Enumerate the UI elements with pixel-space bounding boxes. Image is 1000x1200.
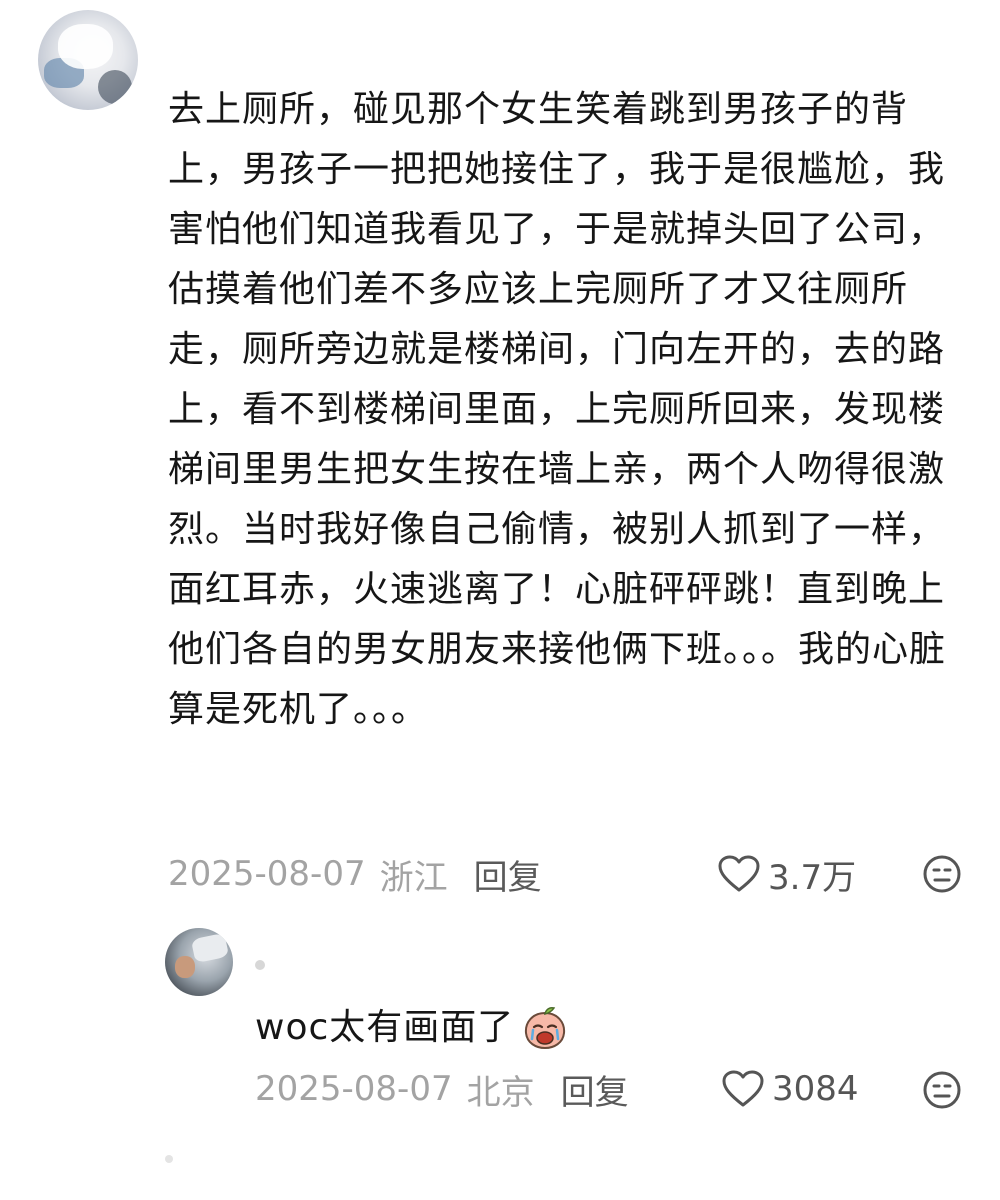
crying-peach-sticker-icon xyxy=(525,1007,566,1050)
reply-meta: 2025-08-07 北京 回复 xyxy=(255,1065,629,1114)
comment-text: 去上厕所，碰见那个女生笑着跳到男孩子的背上，男孩子一把把她接住了，我于是很尴尬，… xyxy=(168,89,947,730)
reply-like-button[interactable]: 3084 xyxy=(722,1067,859,1111)
next-item-placeholder xyxy=(165,1155,173,1163)
comment-meta: 2025-08-07 浙江 回复 xyxy=(168,850,542,899)
reply-text: woc太有画面了 xyxy=(255,1007,515,1048)
dislike-face-icon[interactable] xyxy=(922,854,962,894)
like-count: 3.7万 xyxy=(768,857,857,898)
comment-date: 2025-08-07 xyxy=(168,854,366,894)
heart-icon xyxy=(722,1070,764,1107)
avatar[interactable] xyxy=(38,10,138,110)
reply-date: 2025-08-07 xyxy=(255,1069,453,1109)
reply-avatar[interactable] xyxy=(165,928,233,996)
avatar-face xyxy=(175,956,195,978)
heart-icon xyxy=(718,855,760,892)
avatar-shade xyxy=(98,70,132,104)
avatar-highlight xyxy=(58,24,113,69)
reply-like-count: 3084 xyxy=(772,1069,859,1109)
reply-username-placeholder xyxy=(255,960,265,970)
reply-location: 北京 xyxy=(466,1072,535,1113)
dislike-face-icon[interactable] xyxy=(922,1070,962,1110)
like-button[interactable]: 3.7万 xyxy=(718,852,857,898)
reply-button[interactable]: 回复 xyxy=(474,850,542,899)
reply-reply-button[interactable]: 回复 xyxy=(561,1065,629,1114)
reply-body: woc太有画面了 xyxy=(255,1000,568,1056)
comment-location: 浙江 xyxy=(379,857,448,898)
avatar-sign xyxy=(190,932,230,964)
